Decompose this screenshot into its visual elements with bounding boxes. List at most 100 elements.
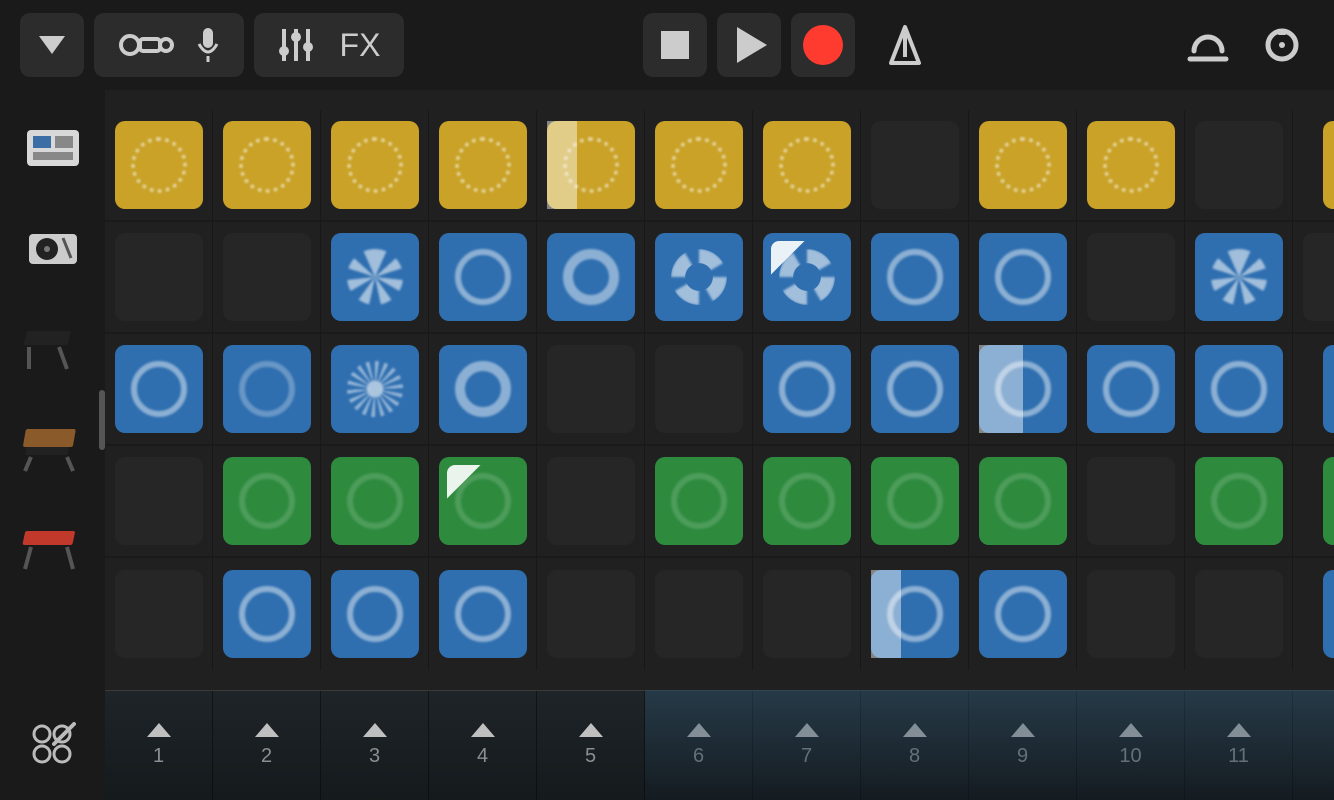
track-moog-synth[interactable] [18, 420, 88, 476]
loop-clip[interactable] [979, 570, 1067, 658]
grid-cell[interactable] [1293, 334, 1334, 446]
grid-cell[interactable] [537, 334, 645, 446]
loop-clip[interactable] [763, 121, 851, 209]
grid-cell[interactable] [321, 558, 429, 670]
record-button[interactable] [791, 13, 855, 77]
grid-cell[interactable] [753, 222, 861, 334]
loop-clip[interactable] [439, 570, 527, 658]
grid-cell[interactable] [105, 558, 213, 670]
grid-cell[interactable] [645, 110, 753, 222]
track-keyboard-red[interactable] [18, 520, 88, 576]
grid-cell[interactable] [645, 334, 753, 446]
loop-clip[interactable] [871, 233, 959, 321]
grid-cell[interactable] [537, 222, 645, 334]
grid-cell[interactable] [753, 110, 861, 222]
grid-cell[interactable] [429, 222, 537, 334]
empty-clip-slot[interactable] [655, 345, 743, 433]
loop-clip[interactable] [1323, 570, 1334, 658]
settings-button[interactable] [1250, 13, 1314, 77]
scene-trigger[interactable]: 5 [537, 690, 645, 800]
grid-cell[interactable] [753, 334, 861, 446]
track-turntable[interactable] [18, 220, 88, 276]
grid-cell[interactable] [105, 110, 213, 222]
loop-clip[interactable] [655, 121, 743, 209]
loop-clip[interactable] [1087, 345, 1175, 433]
input-toggle-button[interactable] [94, 13, 244, 77]
loop-clip[interactable] [1195, 345, 1283, 433]
empty-clip-slot[interactable] [547, 570, 635, 658]
empty-clip-slot[interactable] [1087, 570, 1175, 658]
loop-clip[interactable] [115, 121, 203, 209]
loop-clip[interactable] [331, 233, 419, 321]
grid-cell[interactable] [429, 334, 537, 446]
grid-cell[interactable] [1077, 110, 1185, 222]
grid-cell[interactable] [321, 110, 429, 222]
grid-cell[interactable] [321, 222, 429, 334]
empty-clip-slot[interactable] [547, 457, 635, 545]
scene-trigger[interactable]: 3 [321, 690, 429, 800]
grid-cell[interactable] [105, 446, 213, 558]
view-menu-button[interactable] [20, 13, 84, 77]
cells-edit-button[interactable] [0, 690, 105, 800]
grid-cell[interactable] [213, 222, 321, 334]
loop-clip[interactable] [979, 121, 1067, 209]
loop-clip[interactable] [223, 121, 311, 209]
grid-cell[interactable] [1293, 558, 1334, 670]
loop-clip[interactable] [439, 233, 527, 321]
loop-clip[interactable] [763, 233, 851, 321]
scene-trigger[interactable]: 2 [213, 690, 321, 800]
track-synth-keys[interactable] [18, 320, 88, 376]
empty-clip-slot[interactable] [223, 233, 311, 321]
grid-cell[interactable] [969, 334, 1077, 446]
grid-cell[interactable] [861, 334, 969, 446]
grid-cell[interactable] [1077, 446, 1185, 558]
grid-cell[interactable] [1077, 558, 1185, 670]
grid-cell[interactable] [105, 222, 213, 334]
loop-clip[interactable] [1195, 457, 1283, 545]
loop-clip[interactable] [979, 345, 1067, 433]
grid-cell[interactable] [213, 110, 321, 222]
empty-clip-slot[interactable] [1195, 570, 1283, 658]
loop-clip[interactable] [1323, 457, 1334, 545]
grid-cell[interactable] [537, 446, 645, 558]
loop-clip[interactable] [115, 345, 203, 433]
grid-cell[interactable] [861, 558, 969, 670]
grid-cell[interactable] [1293, 446, 1334, 558]
loop-clip[interactable] [547, 233, 635, 321]
empty-clip-slot[interactable] [763, 570, 851, 658]
grid-cell[interactable] [1293, 110, 1334, 222]
loop-clip[interactable] [871, 570, 959, 658]
grid-cell[interactable] [969, 558, 1077, 670]
empty-clip-slot[interactable] [115, 457, 203, 545]
grid-cell[interactable] [537, 558, 645, 670]
loop-button[interactable] [1176, 13, 1240, 77]
grid-cell[interactable] [1185, 222, 1293, 334]
empty-clip-slot[interactable] [1195, 121, 1283, 209]
grid-cell[interactable] [1185, 558, 1293, 670]
loop-clip[interactable] [1323, 345, 1334, 433]
grid-cell[interactable] [861, 222, 969, 334]
loop-clip[interactable] [1195, 233, 1283, 321]
grid-cell[interactable] [1185, 334, 1293, 446]
grid-cell[interactable] [1185, 110, 1293, 222]
loop-clip[interactable] [223, 570, 311, 658]
loop-clip[interactable] [655, 233, 743, 321]
empty-clip-slot[interactable] [1303, 233, 1334, 321]
loop-clip[interactable] [331, 457, 419, 545]
loop-clip[interactable] [331, 345, 419, 433]
play-button[interactable] [717, 13, 781, 77]
loop-clip[interactable] [223, 345, 311, 433]
empty-clip-slot[interactable] [1087, 233, 1175, 321]
grid-cell[interactable] [429, 558, 537, 670]
grid-cell[interactable] [213, 446, 321, 558]
grid-cell[interactable] [1185, 446, 1293, 558]
empty-clip-slot[interactable] [115, 570, 203, 658]
loop-clip[interactable] [331, 570, 419, 658]
metronome-button[interactable] [873, 13, 937, 77]
loop-clip[interactable] [439, 345, 527, 433]
loop-clip[interactable] [547, 121, 635, 209]
loop-clip[interactable] [871, 345, 959, 433]
loop-clip[interactable] [979, 457, 1067, 545]
grid-cell[interactable] [645, 446, 753, 558]
grid-cell[interactable] [753, 446, 861, 558]
